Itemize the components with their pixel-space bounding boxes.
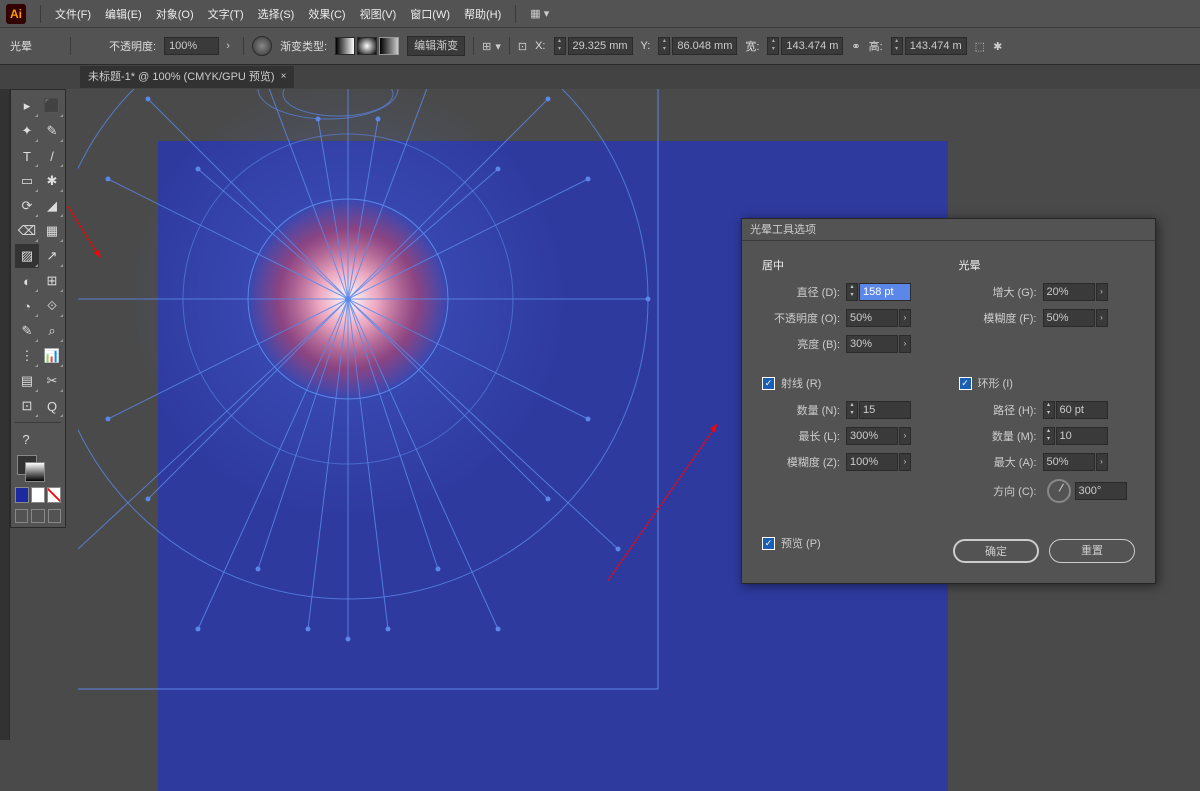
tool-7[interactable]: ✱ — [40, 169, 64, 193]
menu-window[interactable]: 窗口(W) — [410, 6, 450, 22]
edit-gradient-button[interactable]: 编辑渐变 — [407, 36, 465, 56]
tool-8[interactable]: ⟳ — [15, 194, 39, 218]
rays-fuzz-field[interactable]: 100%› — [846, 453, 911, 471]
brightness-field[interactable]: 30%› — [846, 335, 911, 353]
tool-12[interactable]: ▨ — [15, 244, 39, 268]
tool-18[interactable]: ✎ — [15, 319, 39, 343]
tool-6[interactable]: ▭ — [15, 169, 39, 193]
transform-ref-icon[interactable]: ⊡ — [518, 40, 527, 53]
draw-modes[interactable] — [15, 509, 61, 523]
center-opacity-field[interactable]: 50%› — [846, 309, 911, 327]
tool-16[interactable]: ◔ — [15, 294, 39, 318]
opacity-field[interactable]: 100%› — [164, 37, 235, 55]
rings-largest-field[interactable]: 50%› — [1043, 453, 1108, 471]
link-wh-icon[interactable]: ⚭ — [851, 40, 860, 53]
preview-checkbox[interactable]: ✓预览 (P) — [762, 535, 821, 551]
w-field[interactable]: ▴▾143.474 m — [767, 37, 843, 55]
shape-props-icon[interactable]: ⬚ — [975, 40, 985, 53]
tool-19[interactable]: ⌕ — [40, 319, 64, 343]
tool-3[interactable]: ✎ — [40, 119, 64, 143]
rings-path-field[interactable]: ▴▾60 pt — [1043, 401, 1108, 419]
rings-checkbox[interactable]: ✓环形 (I) — [959, 375, 1136, 391]
tool-10[interactable]: ⌫ — [15, 219, 39, 243]
tool-21[interactable]: 📊 — [40, 344, 64, 368]
tool-25[interactable]: Q — [40, 394, 64, 418]
reset-button[interactable]: 重置 — [1049, 539, 1135, 563]
rays-checkbox[interactable]: ✓射线 (R) — [762, 375, 939, 391]
tool-0[interactable]: ▸ — [15, 94, 39, 118]
rays-count-field[interactable]: ▴▾15 — [846, 401, 911, 419]
menu-view[interactable]: 视图(V) — [360, 6, 397, 22]
rings-direction-field[interactable]: 300° — [1043, 479, 1127, 503]
diameter-field[interactable]: ▴▾158 pt — [846, 283, 911, 301]
dialog-title: 光晕工具选项 — [750, 219, 816, 240]
tool-23[interactable]: ✂ — [40, 369, 64, 393]
layout-icon[interactable]: ▦ ▾ — [530, 7, 549, 20]
growth-field[interactable]: 20%› — [1043, 283, 1108, 301]
tool-2[interactable]: ✦ — [15, 119, 39, 143]
isolate-icon[interactable]: ✱ — [993, 40, 1002, 53]
menu-object[interactable]: 对象(O) — [156, 6, 194, 22]
menu-select[interactable]: 选择(S) — [258, 6, 295, 22]
tool-4[interactable]: T — [15, 144, 39, 168]
color-mode-swatches[interactable] — [15, 487, 61, 503]
tool-17[interactable]: ⟐ — [40, 294, 64, 318]
tool-22[interactable]: ▤ — [15, 369, 39, 393]
tool-9[interactable]: ◢ — [40, 194, 64, 218]
tool-14[interactable]: ◐ — [15, 269, 39, 293]
halo-section-label: 光晕 — [959, 257, 1136, 273]
ok-button[interactable]: 确定 — [953, 539, 1039, 563]
tool-15[interactable]: ⊞ — [40, 269, 64, 293]
x-field[interactable]: ▴▾29.325 mm — [554, 37, 633, 55]
align-icons[interactable]: ⊞▾ — [482, 40, 501, 53]
menu-type[interactable]: 文字(T) — [208, 6, 244, 22]
menu-bar: Ai 文件(F) 编辑(E) 对象(O) 文字(T) 选择(S) 效果(C) 视… — [0, 0, 1200, 27]
center-section-label: 居中 — [762, 257, 939, 273]
style-icon[interactable] — [252, 36, 272, 56]
gradient-type-label: 渐变类型: — [280, 38, 327, 54]
opacity-label: 不透明度: — [109, 38, 156, 54]
document-tab[interactable]: 未标题-1* @ 100% (CMYK/GPU 预览)× — [80, 66, 294, 88]
menu-edit[interactable]: 编辑(E) — [105, 6, 142, 22]
menu-help[interactable]: 帮助(H) — [464, 6, 501, 22]
halo-fuzz-field[interactable]: 50%› — [1043, 309, 1108, 327]
rays-longest-field[interactable]: 300%› — [846, 427, 911, 445]
help-tool[interactable]: ? — [15, 427, 37, 451]
flare-tool-options-dialog: 光晕工具选项 居中 直径 (D):▴▾158 pt 不透明度 (O):50%› … — [741, 218, 1156, 584]
tool-5[interactable]: / — [40, 144, 64, 168]
menu-effect[interactable]: 效果(C) — [308, 6, 345, 22]
tool-13[interactable]: ↗ — [40, 244, 64, 268]
document-tab-bar: 未标题-1* @ 100% (CMYK/GPU 预览)× — [0, 65, 1200, 89]
object-name: 光晕 — [10, 38, 32, 54]
tool-1[interactable]: ⬛ — [40, 94, 64, 118]
control-bar: 光晕 不透明度: 100%› 渐变类型: 编辑渐变 ⊞▾ ⊡ X: ▴▾29.3… — [0, 27, 1200, 65]
close-tab-icon[interactable]: × — [281, 66, 287, 88]
tool-24[interactable]: ⊡ — [15, 394, 39, 418]
gradient-type-group[interactable] — [335, 37, 399, 55]
h-field[interactable]: ▴▾143.474 m — [891, 37, 967, 55]
y-field[interactable]: ▴▾86.048 mm — [658, 37, 737, 55]
app-logo: Ai — [6, 4, 26, 24]
rings-count-field[interactable]: ▴▾10 — [1043, 427, 1108, 445]
menu-file[interactable]: 文件(F) — [55, 6, 91, 22]
tool-20[interactable]: ⋮ — [15, 344, 39, 368]
tool-11[interactable]: ▦ — [40, 219, 64, 243]
toolbox: ▸⬛✦✎T/▭✱⟳◢⌫▦▨↗◐⊞◔⟐✎⌕⋮📊▤✂⊡Q ? — [10, 89, 66, 528]
